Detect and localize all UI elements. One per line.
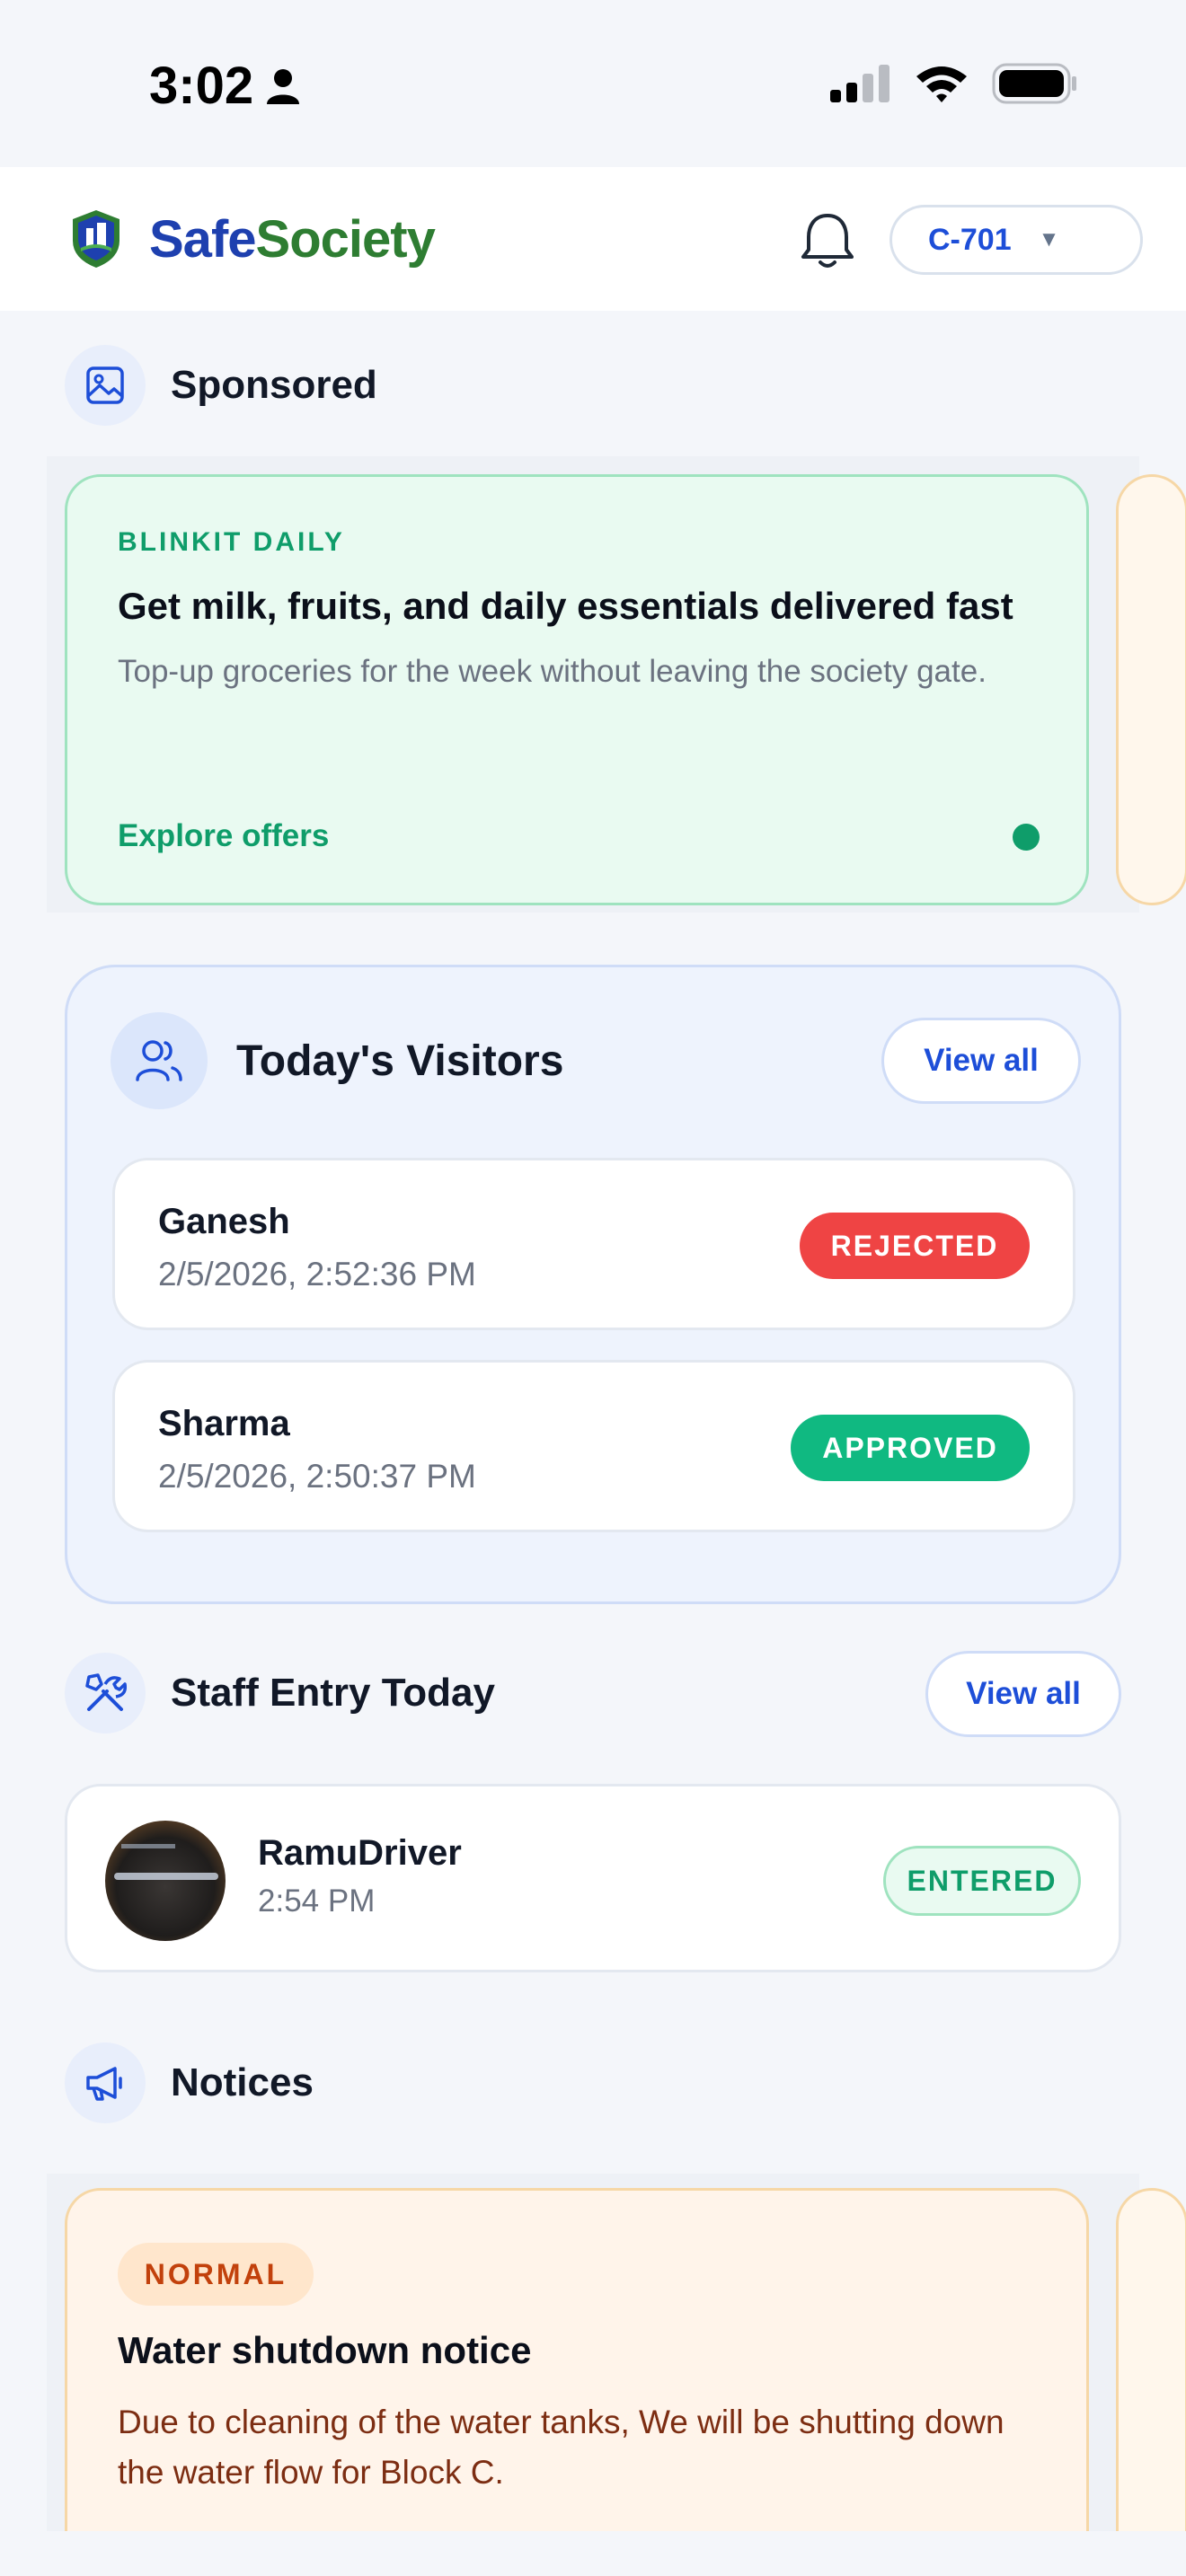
visitor-card[interactable]: Ganesh 2/5/2026, 2:52:36 PM REJECTED bbox=[112, 1158, 1075, 1330]
next-promo-card-peek[interactable] bbox=[1116, 474, 1186, 905]
wifi-icon bbox=[916, 66, 967, 102]
app-header: SafeSociety C-701 ▼ bbox=[0, 167, 1186, 311]
avatar bbox=[105, 1821, 226, 1941]
sponsored-section-header: Sponsored bbox=[65, 345, 377, 426]
visitor-card[interactable]: Sharma 2/5/2026, 2:50:37 PM APPROVED bbox=[112, 1360, 1075, 1532]
promo-headline: Get milk, fruits, and daily essentials d… bbox=[118, 585, 1013, 627]
brand-name: SafeSociety bbox=[149, 209, 436, 269]
notices-section-header: Notices bbox=[65, 2042, 314, 2123]
megaphone-icon bbox=[86, 2067, 122, 2101]
notice-card[interactable]: NORMAL Water shutdown notice Due to clea… bbox=[65, 2188, 1089, 2576]
app-logo[interactable]: SafeSociety bbox=[70, 208, 436, 269]
visitors-title: Today's Visitors bbox=[236, 1037, 564, 1085]
notice-title: Water shutdown notice bbox=[118, 2329, 532, 2371]
notifications-button[interactable] bbox=[796, 208, 859, 278]
staff-time: 2:54 PM bbox=[258, 1883, 376, 1919]
staff-section-header: Staff Entry Today bbox=[65, 1653, 495, 1734]
visitor-time: 2/5/2026, 2:50:37 PM bbox=[158, 1458, 476, 1495]
staff-card[interactable]: RamuDriver 2:54 PM ENTERED bbox=[65, 1784, 1121, 1972]
bell-icon bbox=[801, 214, 854, 268]
staff-title: Staff Entry Today bbox=[171, 1671, 496, 1715]
status-badge-rejected: REJECTED bbox=[800, 1213, 1030, 1279]
status-badge-entered: ENTERED bbox=[883, 1846, 1081, 1916]
users-icon bbox=[136, 1040, 182, 1081]
tools-icon bbox=[85, 1673, 127, 1711]
brand-part-1: Safe bbox=[149, 209, 257, 269]
bottom-edge bbox=[0, 2531, 1186, 2576]
visitor-time: 2/5/2026, 2:52:36 PM bbox=[158, 1256, 476, 1292]
visitors-icon-wrap bbox=[111, 1012, 208, 1109]
staff-icon-wrap bbox=[65, 1653, 146, 1734]
sponsored-icon-wrap bbox=[65, 345, 146, 426]
notices-icon-wrap bbox=[65, 2042, 146, 2123]
next-notice-card-peek[interactable] bbox=[1116, 2188, 1186, 2576]
clock-text: 3:02 bbox=[149, 57, 254, 115]
status-bar: 3:02 bbox=[0, 0, 1186, 167]
unit-selector[interactable]: C-701 ▼ bbox=[890, 205, 1143, 275]
status-badge-approved: APPROVED bbox=[791, 1415, 1030, 1481]
visitors-panel: Today's Visitors View all Ganesh 2/5/202… bbox=[65, 965, 1121, 1604]
brand-part-2: Society bbox=[255, 209, 436, 269]
promo-card[interactable]: BLINKIT DAILY Get milk, fruits, and dail… bbox=[65, 474, 1089, 905]
visitors-view-all-button[interactable]: View all bbox=[881, 1018, 1081, 1104]
visitor-name: Sharma bbox=[158, 1404, 290, 1443]
image-icon bbox=[86, 366, 124, 404]
visitor-name: Ganesh bbox=[158, 1202, 290, 1241]
priority-badge: NORMAL bbox=[118, 2243, 314, 2306]
notices-title: Notices bbox=[171, 2060, 314, 2104]
person-icon bbox=[267, 68, 300, 104]
status-time: 3:02 bbox=[149, 56, 300, 116]
explore-offers-link[interactable]: Explore offers bbox=[118, 818, 329, 854]
staff-view-all-button[interactable]: View all bbox=[925, 1651, 1121, 1737]
cellular-signal-icon bbox=[830, 65, 890, 102]
shield-building-icon bbox=[73, 210, 119, 268]
promo-description: Top-up groceries for the week without le… bbox=[118, 654, 987, 689]
sponsored-title: Sponsored bbox=[171, 363, 377, 407]
staff-name: RamuDriver bbox=[258, 1833, 462, 1873]
promo-tag: BLINKIT DAILY bbox=[118, 527, 345, 557]
battery-icon bbox=[992, 63, 1076, 104]
notice-body: Due to cleaning of the water tanks, We w… bbox=[118, 2404, 1005, 2491]
visitors-header: Today's Visitors bbox=[111, 1012, 563, 1109]
promo-indicator-dot bbox=[1013, 824, 1040, 851]
unit-label: C-701 bbox=[928, 222, 1012, 257]
dropdown-caret-icon: ▼ bbox=[1038, 227, 1060, 251]
